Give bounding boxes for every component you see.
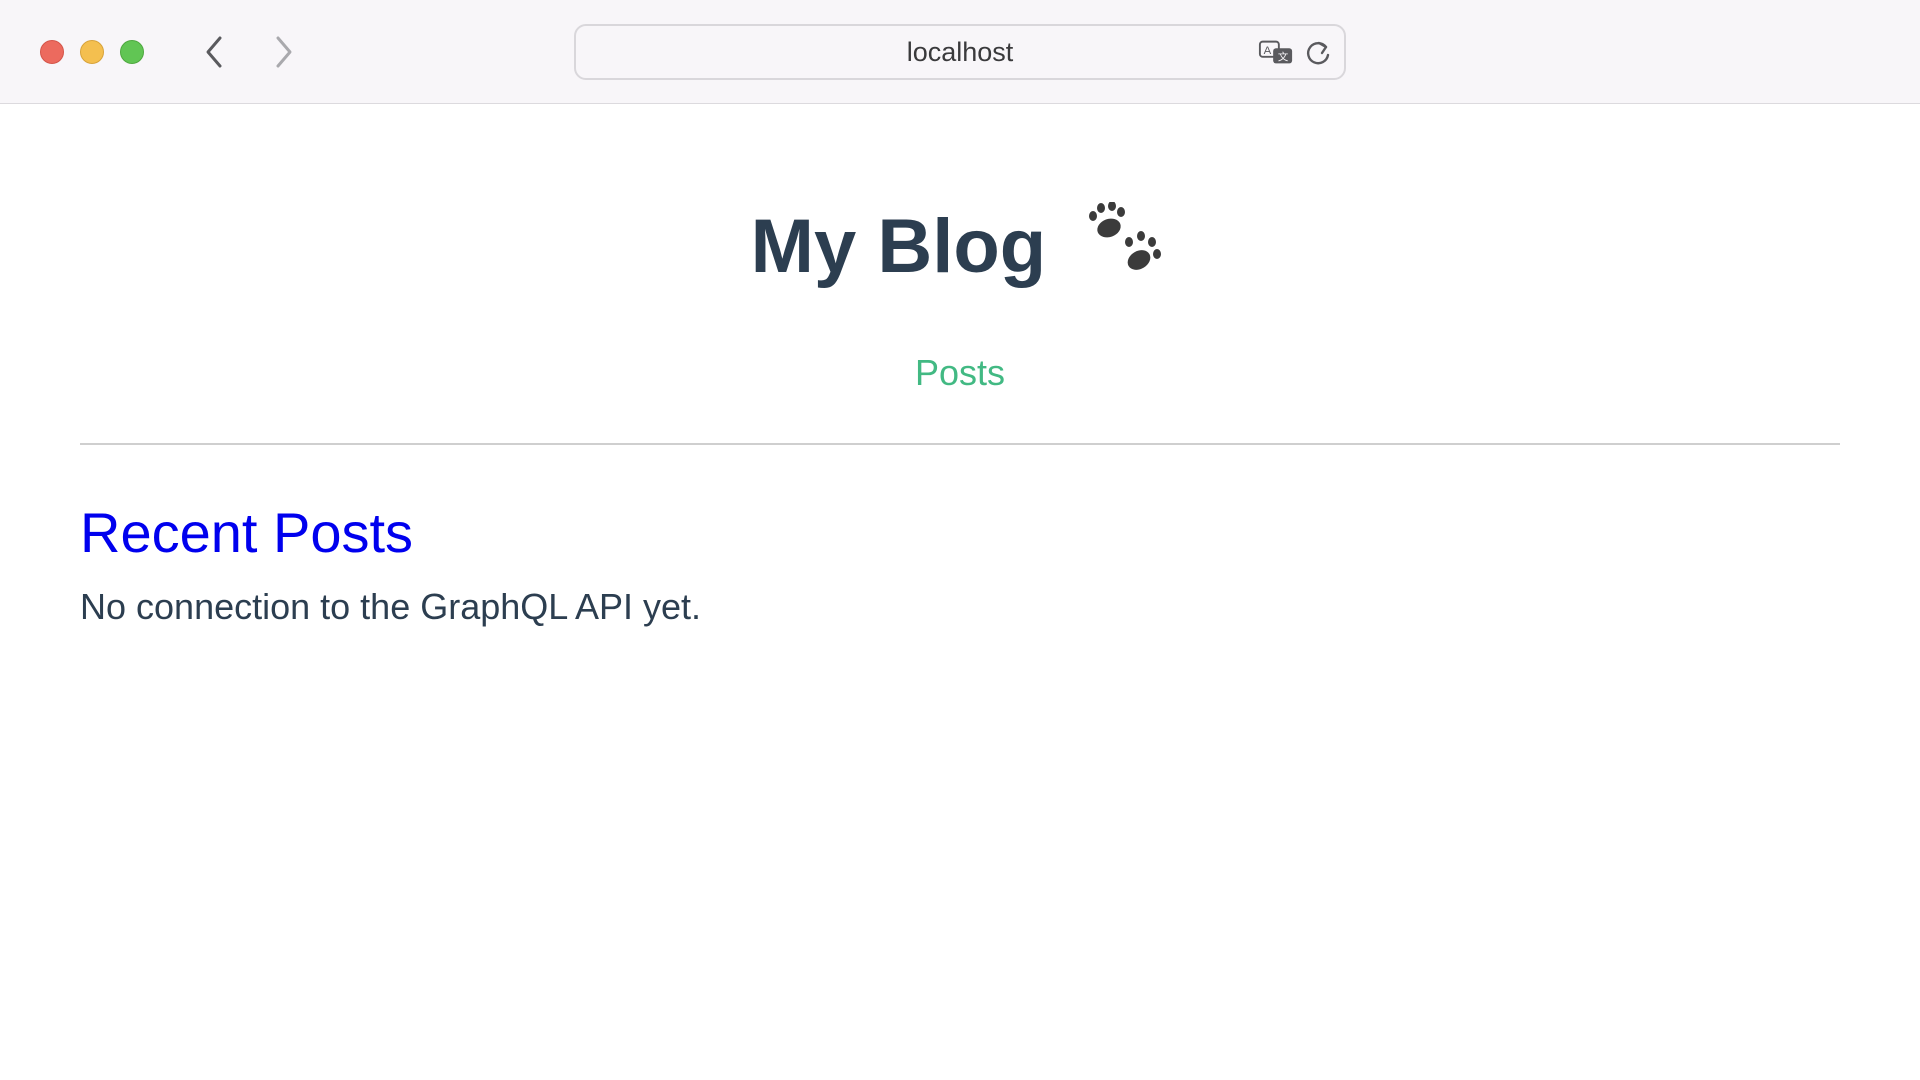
forward-icon	[276, 36, 292, 68]
forward-button[interactable]	[264, 30, 304, 74]
reload-button[interactable]	[1300, 38, 1336, 68]
reload-icon	[1307, 41, 1330, 65]
browser-toolbar: localhost A 文	[0, 0, 1920, 104]
site-title: My Blog	[0, 202, 1920, 285]
recent-posts-heading[interactable]: Recent Posts	[80, 502, 413, 564]
window-minimize-button[interactable]	[80, 40, 104, 64]
back-button[interactable]	[194, 30, 234, 74]
nav-link-posts[interactable]: Posts	[915, 352, 1005, 393]
svg-text:文: 文	[1278, 51, 1289, 64]
address-bar[interactable]: localhost A 文	[574, 24, 1346, 80]
address-bar-url: localhost	[906, 36, 1014, 67]
divider	[80, 443, 1840, 445]
translate-button[interactable]: A 文	[1258, 38, 1294, 68]
paw-prints-icon	[1089, 202, 1162, 270]
window-maximize-button[interactable]	[120, 40, 144, 64]
svg-text:A: A	[1264, 45, 1272, 57]
main-nav: Posts	[0, 352, 1920, 394]
back-icon	[206, 36, 222, 68]
translate-icon: A 文	[1258, 40, 1293, 64]
page-content: My Blog Posts Recent Posts No connection…	[0, 104, 1920, 1080]
connection-status-text: No connection to the GraphQL API yet.	[80, 586, 702, 627]
site-title-text: My Blog	[750, 204, 1047, 289]
window-close-button[interactable]	[40, 40, 64, 64]
